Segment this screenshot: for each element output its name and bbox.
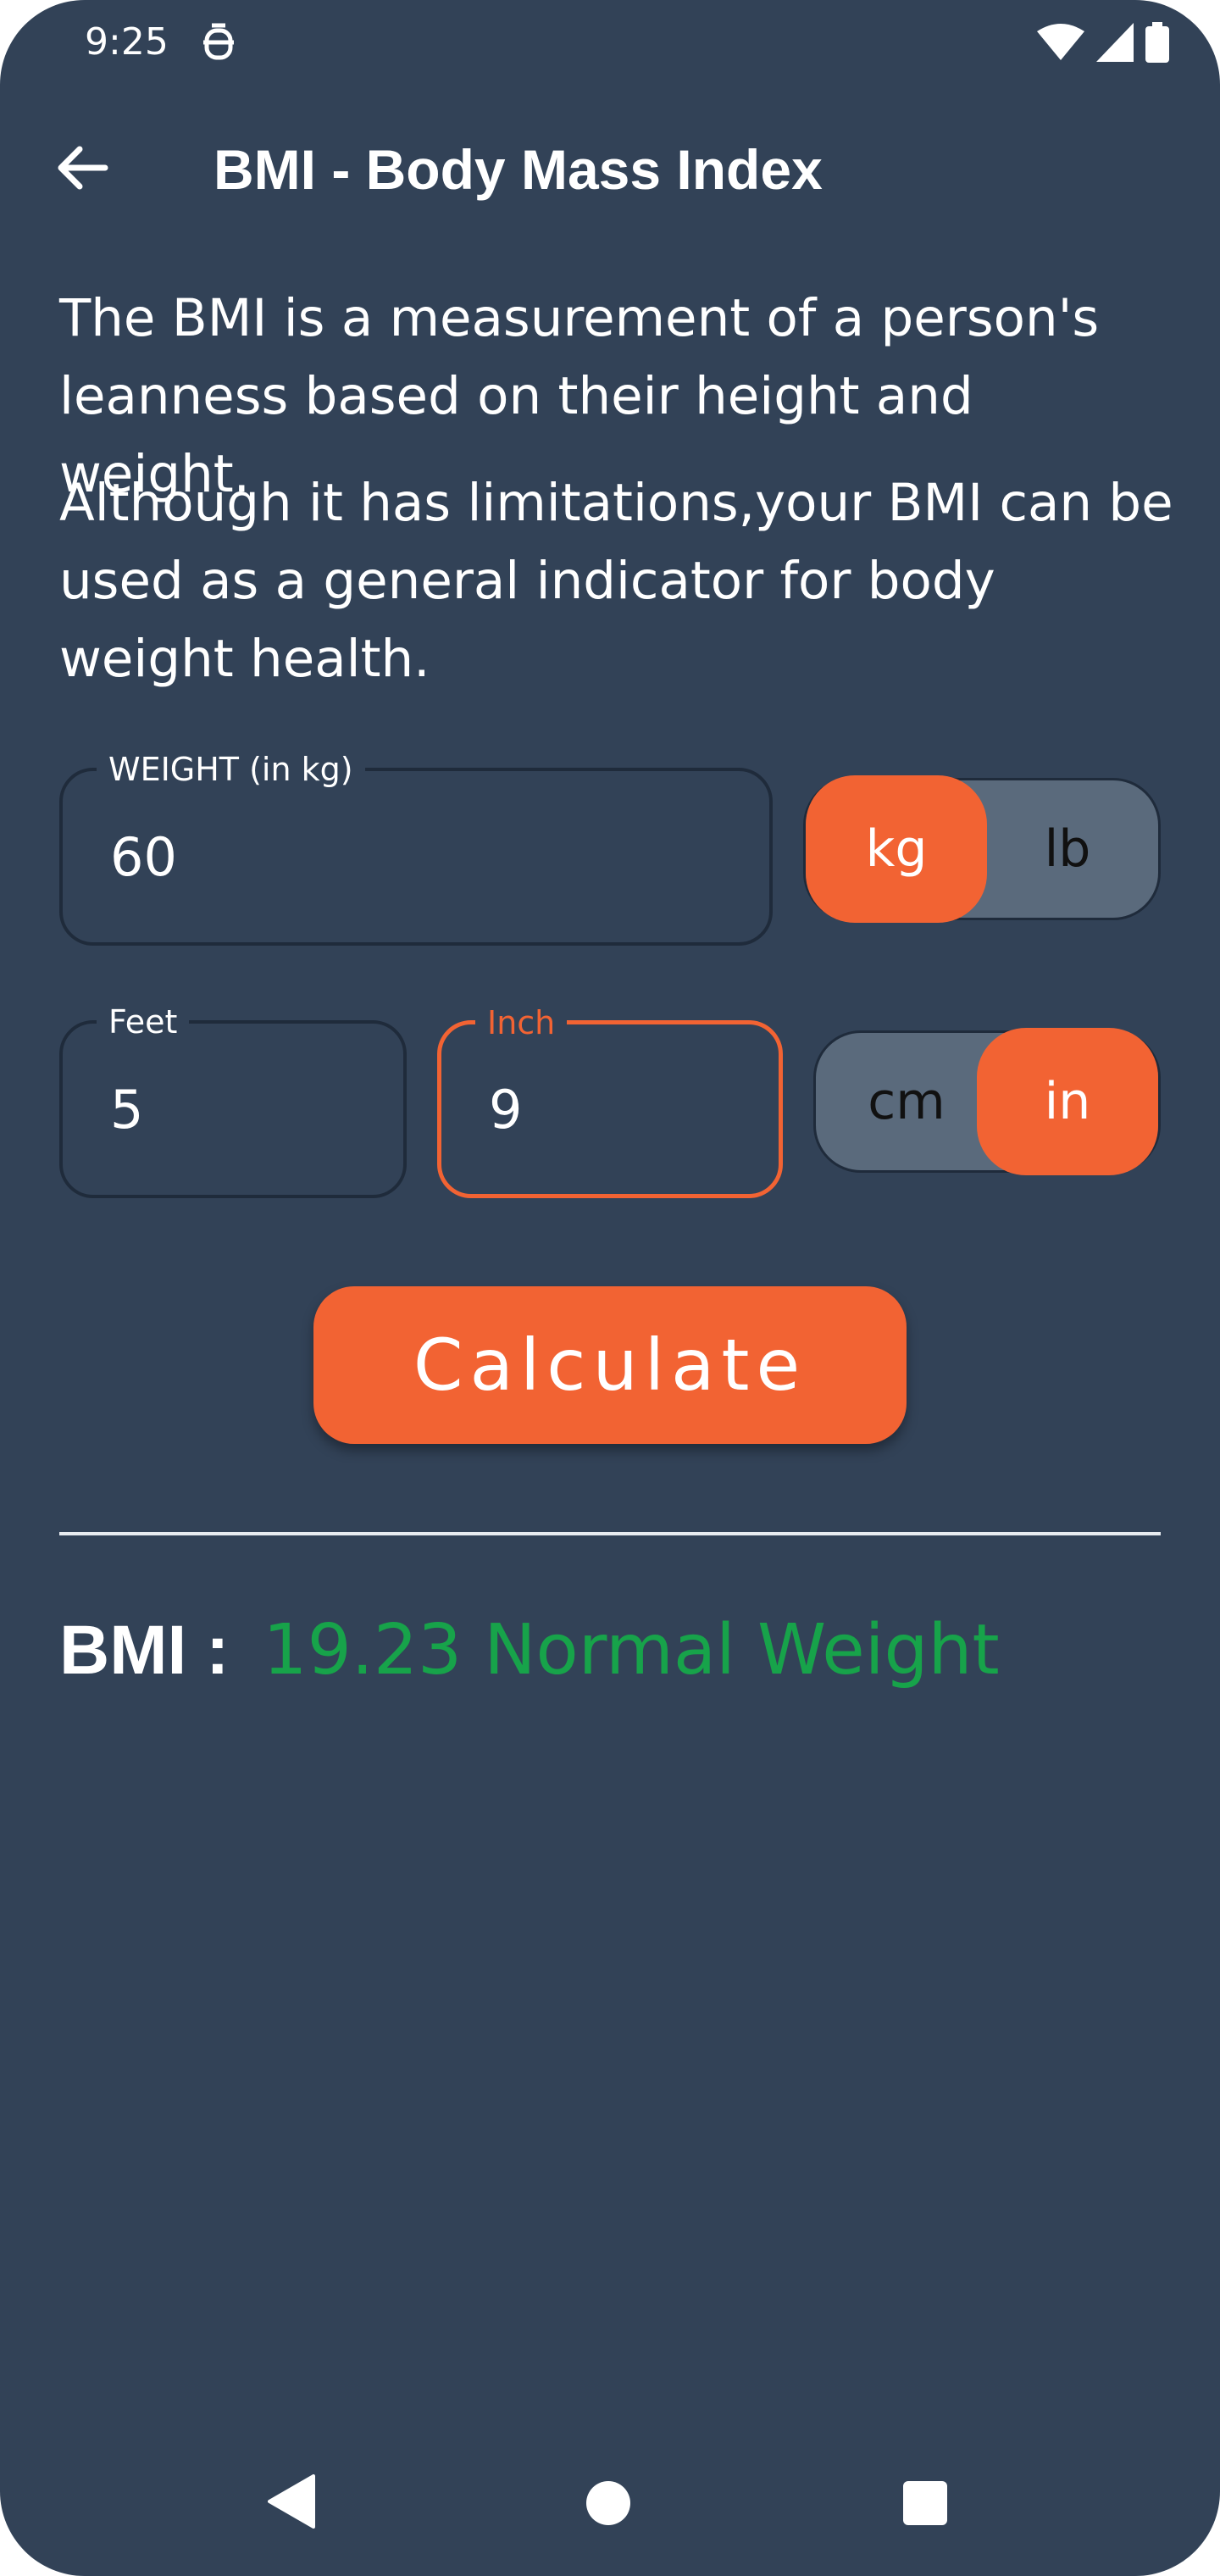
unit-option-cm[interactable]: cm bbox=[816, 1028, 997, 1175]
app-notification-icon bbox=[203, 23, 234, 60]
back-button[interactable] bbox=[47, 134, 115, 202]
inch-value[interactable]: 9 bbox=[489, 1024, 522, 1194]
nav-recents-icon[interactable] bbox=[903, 2481, 947, 2525]
status-icons bbox=[1037, 22, 1169, 63]
description-paragraph-2: Although it has limitations,your BMI can… bbox=[59, 473, 1173, 689]
divider bbox=[59, 1532, 1161, 1535]
bmi-result-label: BMI : bbox=[59, 1612, 230, 1689]
app-screen: 9:25 BMI - Body Mass Index The BMI is a … bbox=[0, 0, 1220, 2576]
unit-option-kg[interactable]: kg bbox=[806, 775, 987, 923]
unit-option-lb[interactable]: lb bbox=[977, 775, 1158, 923]
unit-option-in[interactable]: in bbox=[977, 1028, 1158, 1175]
weight-value[interactable]: 60 bbox=[110, 771, 177, 942]
page-title: BMI - Body Mass Index bbox=[214, 138, 823, 201]
feet-value[interactable]: 5 bbox=[110, 1024, 143, 1195]
weight-field[interactable]: WEIGHT (in kg) 60 bbox=[59, 749, 773, 946]
arrow-left-icon bbox=[58, 146, 108, 190]
bmi-result-value: 19.23 Normal Weight bbox=[263, 1610, 1000, 1690]
bmi-result: BMI : 19.23 Normal Weight bbox=[59, 1610, 1000, 1690]
calculate-button[interactable]: Calculate bbox=[313, 1286, 907, 1444]
battery-icon bbox=[1145, 22, 1169, 63]
feet-field[interactable]: Feet 5 bbox=[59, 1002, 407, 1198]
weight-unit-toggle[interactable]: kg lb bbox=[803, 775, 1161, 923]
nav-home-icon[interactable] bbox=[586, 2481, 630, 2525]
cellular-signal-icon bbox=[1096, 23, 1134, 62]
status-time: 9:25 bbox=[85, 20, 169, 64]
inch-field[interactable]: Inch 9 bbox=[437, 1002, 783, 1198]
wifi-icon bbox=[1037, 24, 1084, 60]
height-unit-toggle[interactable]: cm in bbox=[813, 1028, 1161, 1175]
nav-back-icon[interactable] bbox=[268, 2474, 315, 2529]
